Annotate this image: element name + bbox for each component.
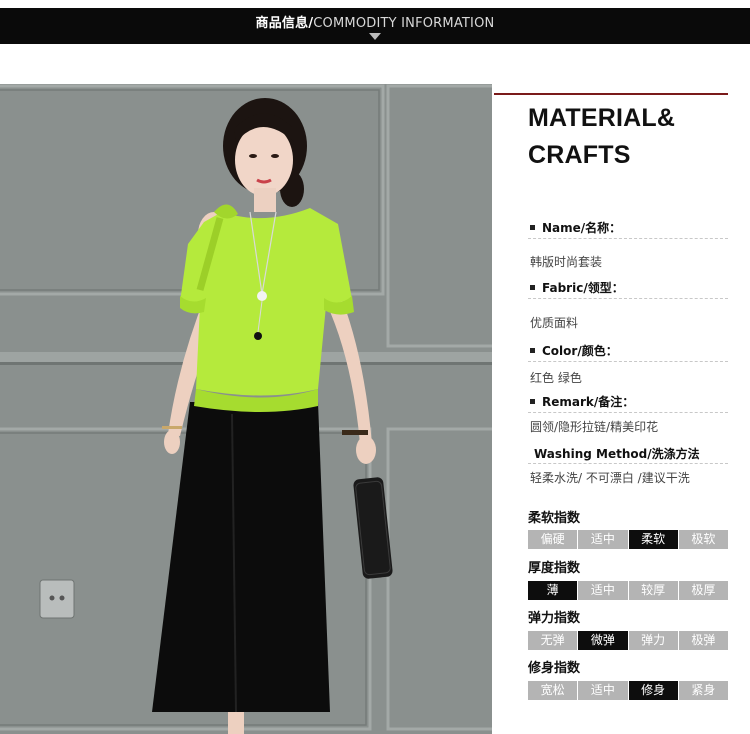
fit-index-scale: 宽松 适中 修身 紧身: [528, 681, 728, 700]
thickness-option-selected: 薄: [528, 581, 579, 600]
softness-option: 偏硬: [528, 530, 579, 549]
divider: [528, 238, 728, 239]
elasticity-option-selected: 微弹: [578, 631, 629, 650]
softness-index-label: 柔软指数: [528, 511, 581, 526]
section-header-bar: 商品信息/COMMODITY INFORMATION: [0, 8, 750, 44]
fit-option: 适中: [578, 681, 629, 700]
product-photo: [0, 84, 492, 734]
detail-color-label: Color/颜色：: [530, 342, 618, 359]
divider: [528, 361, 728, 362]
triangle-down-icon: [369, 33, 381, 40]
fit-option: 宽松: [528, 681, 579, 700]
softness-option: 适中: [578, 530, 629, 549]
square-bullet-icon: [530, 348, 535, 353]
detail-fabric-label-text: Fabric/领型：: [542, 281, 624, 295]
heading-line-1: MATERIAL&: [528, 104, 676, 132]
elasticity-option: 无弹: [528, 631, 579, 650]
heading-line-2: CRAFTS: [528, 141, 631, 169]
detail-washing-label: Washing Method/洗涤方法: [534, 445, 700, 462]
square-bullet-icon: [530, 285, 535, 290]
elasticity-index-label: 弹力指数: [528, 611, 581, 626]
detail-color-value: 红色 绿色: [530, 371, 582, 385]
section-title-cn: 商品信息/: [255, 16, 314, 31]
detail-washing-label-text: Washing Method/洗涤方法: [534, 447, 700, 461]
elasticity-option: 极弹: [678, 631, 728, 650]
detail-name-label-text: Name/名称：: [542, 221, 622, 235]
thickness-option: 极厚: [678, 581, 728, 600]
detail-remark-label-text: Remark/备注：: [542, 395, 635, 409]
detail-washing-value: 轻柔水洗/ 不可漂白 /建议干洗: [530, 471, 690, 485]
elasticity-option: 弹力: [628, 631, 679, 650]
detail-name-value: 韩版时尚套装: [530, 255, 603, 269]
divider: [528, 298, 728, 299]
material-crafts-heading: MATERIAL& CRAFTS: [528, 100, 738, 174]
square-bullet-icon: [530, 225, 535, 230]
detail-fabric-value: 优质面料: [530, 316, 579, 330]
divider: [528, 463, 728, 464]
panel-accent-line: [494, 93, 728, 95]
fit-index-label: 修身指数: [528, 661, 581, 676]
section-title: 商品信息/COMMODITY INFORMATION: [0, 12, 750, 31]
elasticity-index-scale: 无弹 微弹 弹力 极弹: [528, 631, 728, 650]
fit-option: 紧身: [678, 681, 728, 700]
detail-name-label: Name/名称：: [530, 219, 621, 236]
softness-index-scale: 偏硬 适中 柔软 极软: [528, 530, 728, 549]
section-title-en: COMMODITY INFORMATION: [313, 16, 495, 31]
detail-remark-label: Remark/备注：: [530, 393, 634, 410]
thickness-index-label: 厚度指数: [528, 561, 581, 576]
square-bullet-icon: [530, 399, 535, 404]
thickness-option: 适中: [578, 581, 629, 600]
softness-option-selected: 柔软: [628, 530, 679, 549]
softness-option: 极软: [678, 530, 728, 549]
thickness-index-scale: 薄 适中 较厚 极厚: [528, 581, 728, 600]
thickness-option: 较厚: [628, 581, 679, 600]
detail-remark-value: 圆领/隐形拉链/精美印花: [530, 420, 659, 434]
detail-color-label-text: Color/颜色：: [542, 344, 618, 358]
divider: [528, 412, 728, 413]
detail-fabric-label: Fabric/领型：: [530, 279, 624, 296]
fit-option-selected: 修身: [628, 681, 679, 700]
